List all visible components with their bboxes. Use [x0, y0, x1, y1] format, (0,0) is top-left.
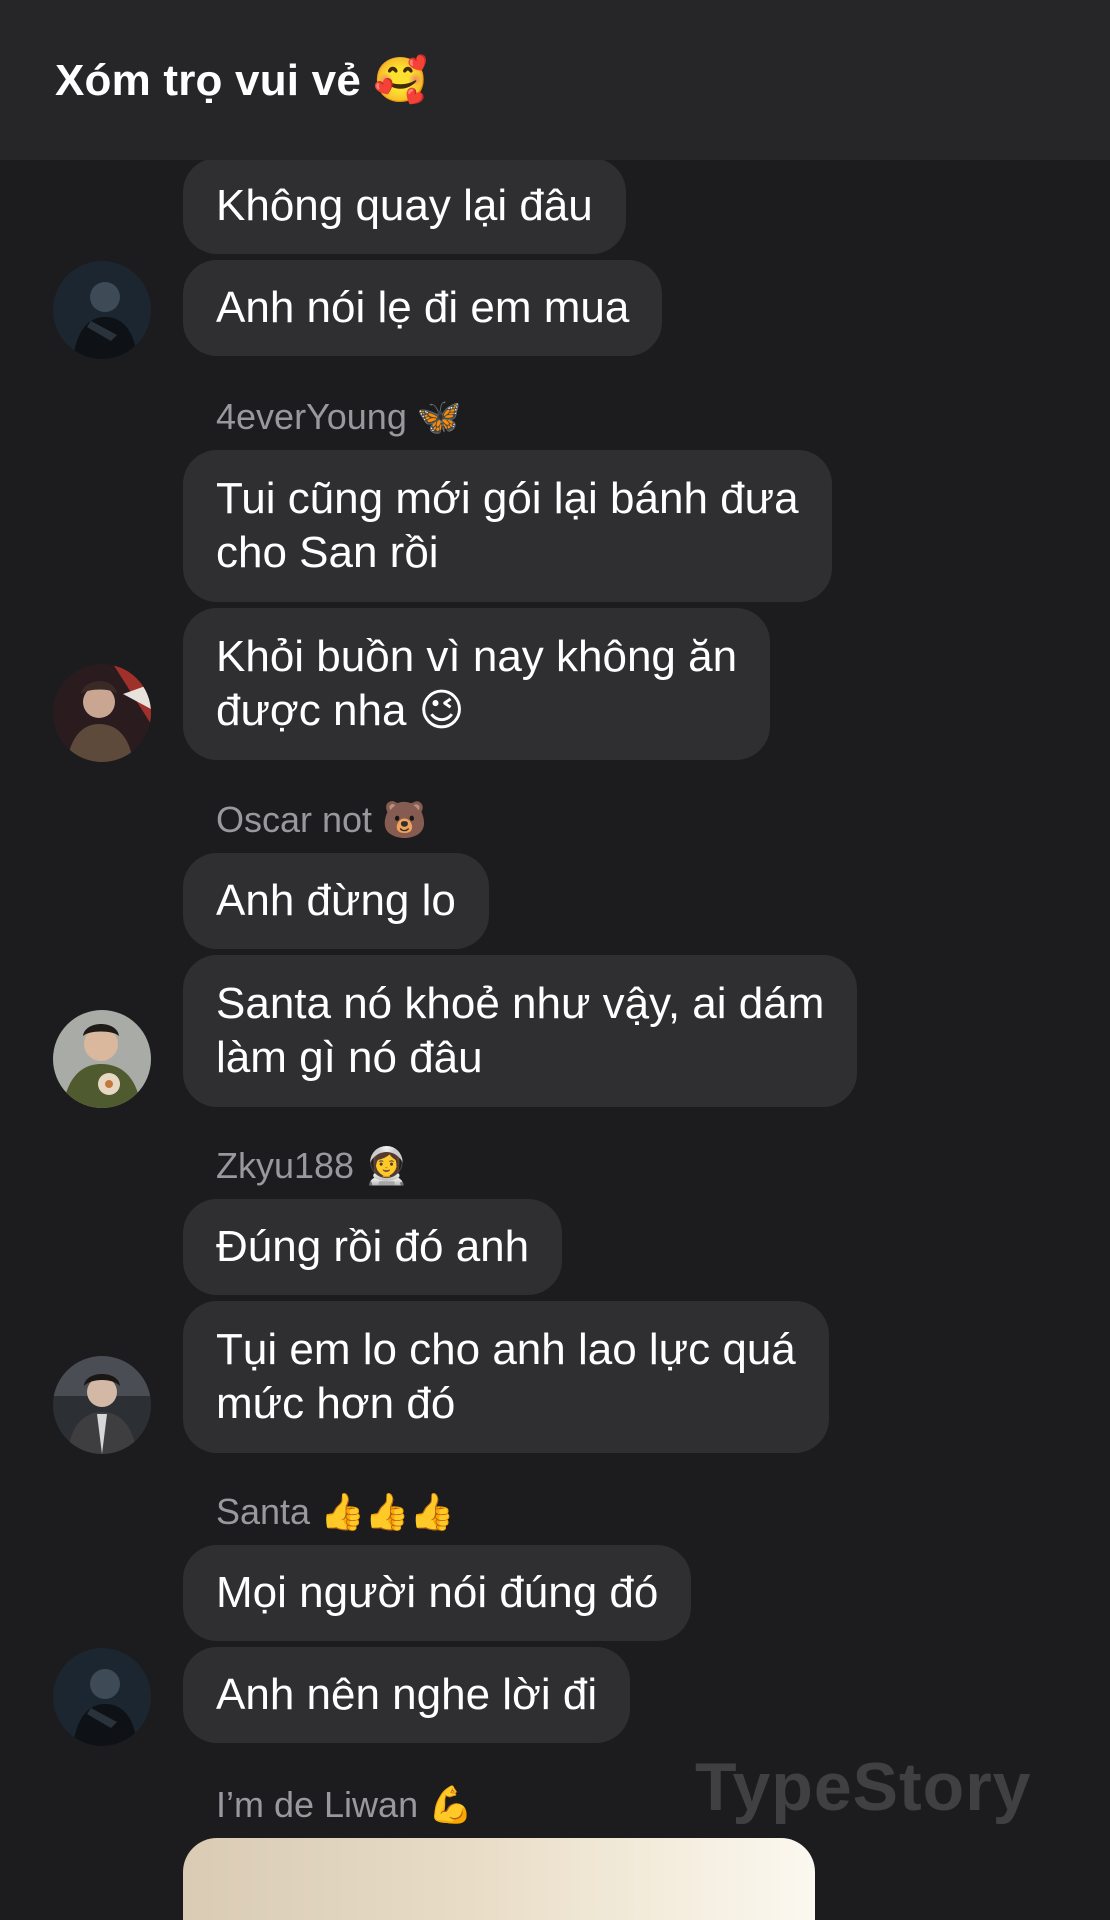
sender-name: Santa 👍👍👍	[216, 1491, 455, 1532]
message-text: Đúng rồi đó anh	[216, 1222, 530, 1271]
message-text: Tụi em lo cho anh lao lực quá	[216, 1325, 796, 1374]
message-text: Không quay lại đâu	[216, 181, 593, 230]
message-text: được nha 😉	[216, 686, 465, 735]
message-bubble[interactable]: Mọi người nói đúng đó	[183, 1545, 692, 1641]
avatar[interactable]	[53, 664, 151, 762]
image-message[interactable]	[183, 1838, 815, 1920]
message-bubble[interactable]: Anh nói lẹ đi em mua	[183, 260, 663, 356]
message-text: Tui cũng mới gói lại bánh đưa	[216, 474, 799, 523]
watermark: TypeStory	[695, 1749, 1032, 1825]
message-text: Anh nên nghe lời đi	[216, 1670, 598, 1719]
avatar-dark-portrait-icon	[53, 261, 151, 359]
avatar[interactable]	[53, 1356, 151, 1454]
sender-name: Zkyu188 👩‍🚀	[216, 1145, 409, 1186]
avatar[interactable]	[53, 261, 151, 359]
message-text: Santa nó khoẻ như vậy, ai dám	[216, 979, 825, 1028]
sender-name: Oscar not 🐻	[216, 799, 427, 840]
chat-screen: Xóm trọ vui vẻ 🥰 Không quay lại đâu Anh …	[0, 0, 1110, 1920]
message-text: Anh đừng lo	[216, 876, 456, 925]
avatar[interactable]	[53, 1648, 151, 1746]
message-text: Khỏi buồn vì nay không ăn	[216, 632, 738, 681]
message-text: cho San rồi	[216, 528, 439, 577]
message-text: Mọi người nói đúng đó	[216, 1568, 659, 1617]
message-bubble[interactable]: Anh đừng lo	[183, 853, 489, 949]
message-bubble[interactable]: Santa nó khoẻ như vậy, ai dám làm gì nó …	[183, 955, 858, 1107]
avatar-green-hoodie-icon	[53, 1010, 151, 1108]
message-bubble[interactable]: Tui cũng mới gói lại bánh đưa cho San rồ…	[183, 450, 832, 602]
sender-name: I’m de Liwan 💪	[216, 1784, 473, 1825]
group-name: Xóm trọ vui vẻ 🥰	[55, 56, 429, 105]
avatar[interactable]	[53, 1010, 151, 1108]
message-bubble[interactable]: Khỏi buồn vì nay không ăn được nha 😉	[183, 608, 771, 760]
sender-name: 4everYoung 🦋	[216, 396, 462, 437]
message-bubble[interactable]: Không quay lại đâu	[183, 158, 626, 254]
message-text: Anh nói lẹ đi em mua	[216, 283, 630, 332]
avatar-red-portrait-icon	[53, 664, 151, 762]
avatar-dark-portrait-icon	[53, 1648, 151, 1746]
avatar-grey-portrait-icon	[53, 1356, 151, 1454]
message-bubble[interactable]: Tụi em lo cho anh lao lực quá mức hơn đó	[183, 1301, 829, 1453]
message-bubble[interactable]: Anh nên nghe lời đi	[183, 1647, 631, 1743]
message-text: mức hơn đó	[216, 1379, 456, 1428]
chat-header[interactable]: Xóm trọ vui vẻ 🥰	[0, 0, 1110, 160]
message-bubble[interactable]: Đúng rồi đó anh	[183, 1199, 563, 1295]
message-text: làm gì nó đâu	[216, 1033, 483, 1082]
